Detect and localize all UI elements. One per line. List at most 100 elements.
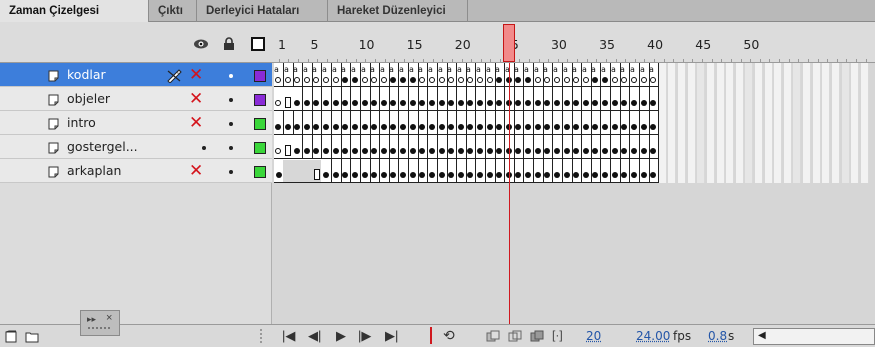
keyframe[interactable] [544,148,550,154]
keyframe[interactable] [371,172,377,178]
keyframe[interactable] [294,148,300,154]
outline-color-swatch[interactable] [254,70,266,82]
empty-frame-cell[interactable] [745,63,753,87]
empty-keyframe[interactable] [564,77,570,83]
empty-frame-cell[interactable] [707,87,715,111]
tab-compiler-errors[interactable]: Derleyici Hataları [197,0,328,22]
lock-dot[interactable] [229,122,233,126]
empty-keyframe[interactable] [477,77,483,83]
empty-frame-cell[interactable] [678,111,686,135]
keyframe[interactable] [304,100,310,106]
keyframe[interactable] [333,100,339,106]
keyframe[interactable] [621,124,627,130]
keyframe[interactable] [333,148,339,154]
outline-square-icon[interactable] [251,37,265,51]
keyframe[interactable] [381,100,387,106]
empty-frame-cell[interactable] [774,63,782,87]
empty-frame-cell[interactable] [688,111,696,135]
keyframe[interactable] [650,100,656,106]
empty-keyframe[interactable] [439,77,445,83]
empty-frame-cell[interactable] [813,159,821,183]
empty-frame-cell[interactable] [707,63,715,87]
keyframe[interactable] [390,172,396,178]
empty-keyframe[interactable] [371,77,377,83]
keyframe[interactable] [323,172,329,178]
empty-frame-cell[interactable] [765,159,773,183]
keyframe[interactable] [342,77,348,83]
empty-frame-cell[interactable] [726,135,734,159]
empty-frame-cell[interactable] [659,87,667,111]
empty-keyframe[interactable] [429,77,435,83]
empty-frame-cell[interactable] [851,159,859,183]
layer-row-gostergel[interactable]: gostergel... [0,135,272,159]
empty-keyframe[interactable] [294,77,300,83]
keyframe[interactable] [400,124,406,130]
empty-frame-cell[interactable] [793,63,801,87]
keyframe[interactable] [621,148,627,154]
empty-frame-cell[interactable] [842,111,850,135]
empty-frame-cell[interactable] [668,63,676,87]
keyframe[interactable] [592,148,598,154]
keyframe[interactable] [525,77,531,83]
keyframe[interactable] [487,100,493,106]
empty-frame-cell[interactable] [745,135,753,159]
keyframe[interactable] [592,172,598,178]
empty-frame-cell[interactable] [765,63,773,87]
loop-icon[interactable]: ⟲ [443,327,455,344]
keyframe[interactable] [458,172,464,178]
keyframe[interactable] [371,100,377,106]
keyframe[interactable] [429,124,435,130]
keyframe[interactable] [371,124,377,130]
keyframe[interactable] [448,172,454,178]
empty-frame-cell[interactable] [822,87,830,111]
frame-row[interactable] [272,87,875,111]
empty-frame-cell[interactable] [688,87,696,111]
keyframe[interactable] [535,100,541,106]
outline-color-swatch[interactable] [254,118,266,130]
outline-color-swatch[interactable] [254,166,266,178]
empty-frame-cell[interactable] [851,63,859,87]
empty-frame-cell[interactable] [832,63,840,87]
keyframe[interactable] [323,100,329,106]
keyframe[interactable] [323,124,329,130]
empty-frame-cell[interactable] [803,63,811,87]
keyframe[interactable] [477,100,483,106]
empty-frame-cell[interactable] [774,87,782,111]
empty-frame-cell[interactable] [813,111,821,135]
empty-frame-cell[interactable] [755,159,763,183]
empty-frame-cell[interactable] [668,159,676,183]
empty-frame-cell[interactable] [688,135,696,159]
keyframe[interactable] [439,148,445,154]
empty-frame-cell[interactable] [832,87,840,111]
keyframe[interactable] [477,124,483,130]
empty-frame-cell[interactable] [678,87,686,111]
keyframe[interactable] [410,148,416,154]
empty-frame-cell[interactable] [813,87,821,111]
keyframe[interactable] [448,124,454,130]
keyframe[interactable] [439,124,445,130]
layer-row-objeler[interactable]: objeler ✕ [0,87,272,111]
empty-frame-cell[interactable] [726,159,734,183]
empty-keyframe[interactable] [458,77,464,83]
hide-x-icon[interactable]: ✕ [189,115,203,132]
lock-dot[interactable] [229,74,233,78]
frames-grid[interactable]: aaaaaaaaaaaaaaaaaaaaaaaaaaaaaaaaaaaaaaaa [272,63,875,324]
empty-frame-cell[interactable] [707,159,715,183]
keyframe[interactable] [381,148,387,154]
empty-frame-cell[interactable] [755,111,763,135]
keyframe[interactable] [419,172,425,178]
empty-frame-cell[interactable] [697,63,705,87]
tab-motion-editor[interactable]: Hareket Düzenleyici [328,0,468,22]
empty-frame-cell[interactable] [803,159,811,183]
keyframe[interactable] [419,100,425,106]
empty-keyframe[interactable] [304,77,310,83]
keyframe[interactable] [573,124,579,130]
keyframe[interactable] [641,100,647,106]
keyframe[interactable] [285,124,291,130]
keyframe[interactable] [631,172,637,178]
empty-frame-cell[interactable] [765,135,773,159]
keyframe[interactable] [641,172,647,178]
layer-name[interactable]: gostergel... [67,139,138,154]
lock-dot[interactable] [229,170,233,174]
keyframe[interactable] [515,148,521,154]
